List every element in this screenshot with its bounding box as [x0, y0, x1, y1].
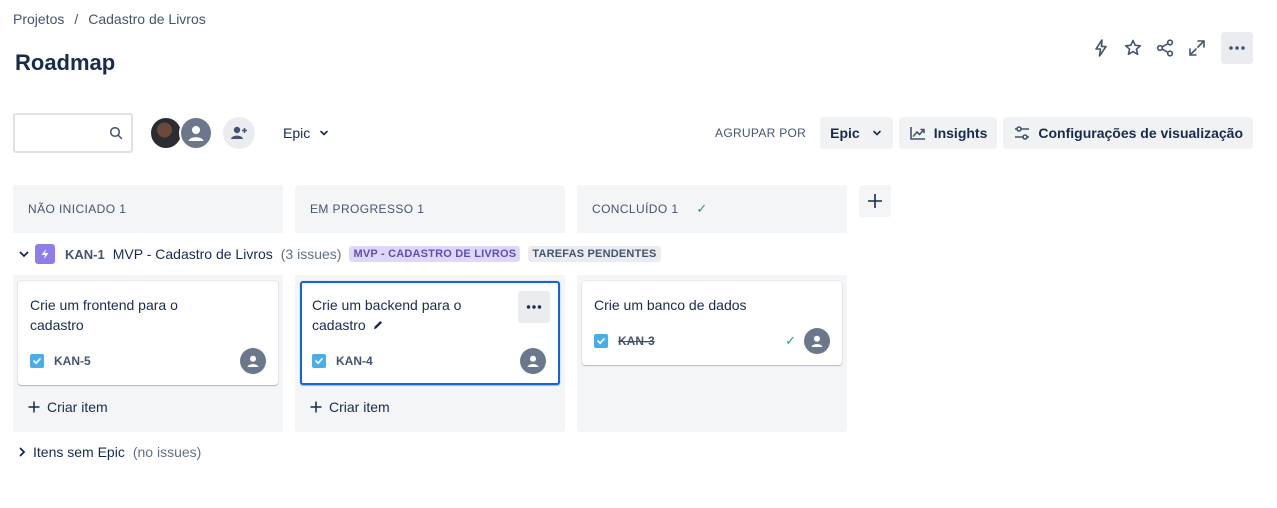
epic-icon	[35, 244, 55, 264]
chevron-right-icon	[19, 447, 26, 457]
epic-name[interactable]: MVP - Cadastro de Livros	[113, 246, 273, 262]
add-column-button[interactable]	[859, 185, 891, 217]
search-input[interactable]	[15, 115, 105, 151]
check-icon: ✓	[696, 201, 708, 216]
issue-title: Crie um backend para o cadastro	[312, 295, 492, 335]
person-icon	[247, 355, 259, 367]
lightning-icon	[1095, 39, 1107, 57]
view-settings-label: Configurações de visualização	[1038, 125, 1243, 141]
insights-button[interactable]: Insights	[898, 117, 998, 149]
column-header-not-started[interactable]: NÃO INICIADO 1	[13, 185, 283, 233]
issue-key: KAN-4	[336, 354, 373, 368]
issue-footer: KAN-4	[312, 348, 548, 374]
issue-key: KAN-3	[618, 334, 655, 348]
avatar[interactable]	[149, 116, 183, 150]
column-title: EM PROGRESSO 1	[310, 202, 425, 216]
assignee-avatar[interactable]	[240, 348, 266, 374]
search-icon	[109, 126, 123, 140]
expand-icon	[1189, 40, 1205, 56]
issue-card[interactable]: Crie um backend para o cadastro KAN-4	[300, 281, 560, 385]
chevron-down-icon	[320, 130, 329, 136]
column-header-done[interactable]: CONCLUÍDO 1 ✓	[577, 185, 847, 233]
fullscreen-button[interactable]	[1181, 32, 1213, 64]
lane-done: Crie um banco de dados KAN-3 ✓	[577, 275, 847, 432]
assignee-avatar[interactable]	[520, 348, 546, 374]
done-check-icon: ✓	[785, 333, 796, 348]
issue-footer: KAN-5	[30, 348, 266, 374]
task-checkbox-icon	[30, 354, 44, 368]
plus-icon	[310, 401, 322, 413]
person-icon	[811, 335, 823, 347]
epic-issue-count: (3 issues)	[280, 246, 342, 262]
insights-label: Insights	[933, 125, 988, 141]
column-title: NÃO INICIADO 1	[28, 202, 127, 216]
lane-not-started: Crie um frontend para o cadastro KAN-5 C…	[13, 275, 283, 432]
chevron-down-icon	[19, 251, 29, 258]
assignee-avatar[interactable]	[804, 328, 830, 354]
view-settings-button[interactable]: Configurações de visualização	[1003, 117, 1253, 149]
plus-icon	[28, 401, 40, 413]
chart-trend-icon	[909, 127, 925, 140]
add-people-button[interactable]	[223, 117, 255, 149]
no-epic-swimlane-header[interactable]: Itens sem Epic (no issues)	[16, 444, 201, 460]
task-checkbox-icon	[312, 354, 326, 368]
create-item-button[interactable]: Criar item	[309, 399, 390, 415]
group-by-dropdown[interactable]: Epic	[820, 117, 893, 149]
epic-swimlane-header[interactable]: KAN-1 MVP - Cadastro de Livros (3 issues…	[16, 243, 661, 265]
breadcrumb: Projetos / Cadastro de Livros	[13, 11, 206, 27]
lane-in-progress: Crie um backend para o cadastro KAN-4 Cr…	[295, 275, 565, 432]
assignee-avatars	[149, 116, 213, 150]
issue-key: KAN-5	[54, 354, 91, 368]
plus-icon	[868, 194, 882, 208]
task-checkbox-icon	[594, 334, 608, 348]
issue-title: Crie um frontend para o cadastro	[30, 297, 178, 333]
no-epic-count: (no issues)	[132, 444, 202, 460]
add-person-icon	[231, 126, 247, 139]
board-toolbar: Epic AGRUPAR POR Epic Insights Configura…	[13, 113, 1253, 153]
group-by-value: Epic	[830, 125, 860, 141]
collapse-swimlane-button[interactable]	[16, 246, 32, 262]
expand-swimlane-button[interactable]	[16, 446, 30, 458]
share-icon	[1156, 39, 1174, 57]
epic-filter-label: Epic	[283, 125, 311, 141]
more-icon	[526, 305, 542, 309]
group-by-label: AGRUPAR POR	[715, 126, 807, 140]
issue-title: Crie um banco de dados	[594, 297, 747, 313]
breadcrumb-separator: /	[74, 11, 79, 27]
chevron-down-icon	[872, 130, 881, 136]
no-epic-label: Itens sem Epic	[33, 444, 125, 460]
page-actions	[1085, 32, 1253, 64]
issue-card[interactable]: Crie um frontend para o cadastro KAN-5	[18, 281, 278, 385]
page-title: Roadmap	[15, 50, 116, 75]
issue-card[interactable]: Crie um banco de dados KAN-3 ✓	[582, 281, 842, 365]
card-more-button[interactable]	[518, 291, 550, 323]
create-item-label: Criar item	[329, 399, 390, 415]
status-badge: TAREFAS PENDENTES	[528, 246, 661, 262]
avatar-default[interactable]	[179, 116, 213, 150]
issue-title-text: Crie um backend para o cadastro	[312, 297, 462, 333]
epic-key[interactable]: KAN-1	[65, 247, 105, 262]
person-icon	[188, 126, 204, 141]
breadcrumb-project[interactable]: Cadastro de Livros	[88, 11, 206, 27]
create-item-button[interactable]: Criar item	[27, 399, 108, 415]
star-icon	[1124, 39, 1142, 56]
more-icon	[1229, 46, 1245, 50]
star-button[interactable]	[1117, 32, 1149, 64]
share-button[interactable]	[1149, 32, 1181, 64]
breadcrumb-projects[interactable]: Projetos	[13, 11, 64, 27]
create-item-label: Criar item	[47, 399, 108, 415]
pencil-icon[interactable]	[372, 319, 384, 331]
person-icon	[527, 355, 539, 367]
more-actions-button[interactable]	[1221, 32, 1253, 64]
column-header-in-progress[interactable]: EM PROGRESSO 1	[295, 185, 565, 233]
search-field	[13, 113, 133, 153]
epic-lozenge: MVP - CADASTRO DE LIVROS	[349, 246, 521, 262]
column-title: CONCLUÍDO 1	[592, 202, 679, 216]
automation-button[interactable]	[1085, 32, 1117, 64]
issue-footer: KAN-3 ✓	[594, 328, 830, 354]
settings-sliders-icon	[1015, 126, 1030, 140]
epic-filter-dropdown[interactable]: Epic	[275, 119, 338, 147]
